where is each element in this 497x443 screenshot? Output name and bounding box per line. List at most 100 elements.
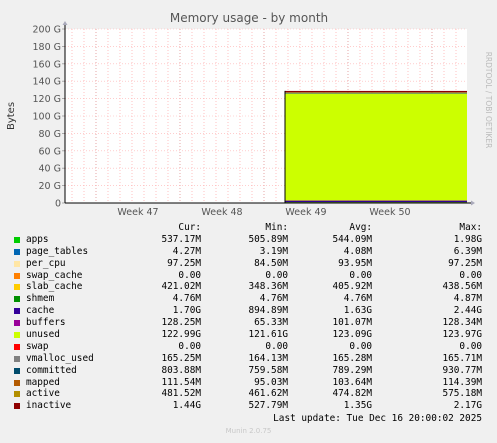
legend-max: 97.25M — [448, 257, 482, 269]
legend-name: mapped — [26, 376, 60, 388]
last-update-text: Last update: Tue Dec 16 20:00:02 2025 — [273, 413, 482, 424]
legend-row: cache 1.70G 894.89M 1.63G 2.44G — [14, 305, 484, 317]
legend-name: apps — [26, 233, 49, 245]
x-tick-label: Week 48 — [201, 207, 242, 218]
legend-avg: 103.64M — [332, 376, 372, 388]
x-tick-label: Week 47 — [117, 207, 158, 218]
legend-swatch — [14, 236, 20, 243]
legend-min: 348.36M — [248, 281, 288, 293]
legend-cur: 111.54M — [161, 376, 201, 388]
legend-row: per_cpu 97.25M 84.50M 93.95M 97.25M — [14, 258, 484, 270]
legend-cur: 421.02M — [161, 281, 201, 293]
legend-avg: 1.63G — [343, 305, 372, 317]
legend-name: buffers — [26, 317, 66, 329]
legend-avg: 93.95M — [338, 257, 372, 269]
x-tick-label: Week 49 — [285, 207, 326, 218]
x-axis-arrow — [471, 200, 475, 206]
legend-cur: 97.25M — [167, 257, 201, 269]
legend-swatch — [14, 355, 20, 362]
legend-name: slab_cache — [26, 281, 83, 293]
y-tick-label: 100 G — [32, 112, 61, 123]
y-tick-label: 120 G — [32, 94, 61, 105]
column-header-min: Min: — [265, 222, 288, 233]
legend-name: swap_cache — [26, 269, 83, 281]
y-axis-label: Bytes — [6, 102, 17, 130]
legend-cur: 128.25M — [161, 317, 201, 329]
y-axis-arrow — [62, 21, 68, 25]
legend-max: 165.71M — [442, 352, 482, 364]
legend-table: Cur: Min: Avg: Max: apps 537.17M 505.89M 54… — [14, 222, 484, 412]
legend-max: 4.87M — [453, 293, 482, 305]
legend-swatch — [14, 343, 20, 350]
legend-name: shmem — [26, 293, 55, 305]
legend-avg: 544.09M — [332, 233, 372, 245]
area-inactive — [285, 90, 467, 93]
y-tick-label: 80 G — [39, 129, 61, 140]
legend-row: apps 537.17M 505.89M 544.09M 1.98G — [14, 234, 484, 246]
legend-avg: 0.00 — [349, 340, 372, 352]
legend-avg: 123.09G — [332, 329, 372, 341]
legend-max: 930.77M — [442, 364, 482, 376]
legend-min: 65.33M — [254, 317, 288, 329]
y-tick-label: 60 G — [39, 146, 61, 157]
legend-swatch — [14, 272, 20, 279]
y-tick-label: 180 G — [32, 42, 61, 53]
legend-min: 3.19M — [259, 245, 288, 257]
legend-cur: 4.76M — [172, 293, 201, 305]
column-header-avg: Avg: — [349, 222, 372, 233]
legend-row: inactive 1.44G 527.79M 1.35G 2.17G — [14, 400, 484, 412]
legend-header: Cur: Min: Avg: Max: — [14, 222, 484, 234]
legend-name: unused — [26, 329, 60, 341]
legend-cur: 122.99G — [161, 329, 201, 341]
legend-name: inactive — [26, 400, 72, 412]
legend-avg: 101.07M — [332, 317, 372, 329]
area-unused — [285, 93, 467, 201]
legend-max: 438.56M — [442, 281, 482, 293]
legend-max: 0.00 — [459, 340, 482, 352]
legend-row: buffers 128.25M 65.33M 101.07M 128.34M — [14, 317, 484, 329]
legend-swatch — [14, 332, 20, 339]
legend-row: active 481.52M 461.62M 474.82M 575.18M — [14, 388, 484, 400]
legend-min: 461.62M — [248, 388, 288, 400]
legend-avg: 405.92M — [332, 281, 372, 293]
legend-max: 123.97G — [442, 329, 482, 341]
legend-row: mapped 111.54M 95.03M 103.64M 114.39M — [14, 377, 484, 389]
legend-swatch — [14, 320, 20, 327]
legend-name: active — [26, 388, 60, 400]
legend-swatch — [14, 248, 20, 255]
legend-name: vmalloc_used — [26, 352, 94, 364]
legend-max: 6.39M — [453, 245, 482, 257]
legend-avg: 165.28M — [332, 352, 372, 364]
legend-row: vmalloc_used 165.25M 164.13M 165.28M 165.71M — [14, 353, 484, 365]
rrdtool-watermark: RRDTOOL / TOBI OETIKER — [484, 52, 493, 149]
legend-avg: 1.35G — [343, 400, 372, 412]
legend-name: cache — [26, 305, 55, 317]
legend-name: per_cpu — [26, 257, 66, 269]
legend-name: page_tables — [26, 245, 89, 257]
legend-cur: 481.52M — [161, 388, 201, 400]
legend-row: committed 803.88M 759.58M 789.29M 930.77M — [14, 365, 484, 377]
legend-swatch — [14, 260, 20, 267]
x-tick-label: Week 50 — [369, 207, 410, 218]
legend-swatch — [14, 403, 20, 410]
legend-swatch — [14, 296, 20, 303]
munin-version: Munin 2.0.75 — [225, 427, 272, 435]
legend-min: 505.89M — [248, 233, 288, 245]
legend-min: 527.79M — [248, 400, 288, 412]
legend-avg: 789.29M — [332, 364, 372, 376]
column-header-cur: Cur: — [178, 222, 201, 233]
legend-row: unused 122.99G 121.61G 123.09G 123.97G — [14, 329, 484, 341]
legend-max: 575.18M — [442, 388, 482, 400]
legend-swatch — [14, 367, 20, 374]
legend-swatch — [14, 391, 20, 398]
legend-min: 0.00 — [265, 269, 288, 281]
legend-min: 84.50M — [254, 257, 288, 269]
legend-min: 4.76M — [259, 293, 288, 305]
legend-name: committed — [26, 364, 77, 376]
legend-min: 894.89M — [248, 305, 288, 317]
legend-avg: 0.00 — [349, 269, 372, 281]
chart-title: Memory usage - by month — [170, 11, 328, 25]
area-cache — [285, 200, 467, 203]
legend-max: 128.34M — [442, 317, 482, 329]
legend-avg: 4.08M — [343, 245, 372, 257]
